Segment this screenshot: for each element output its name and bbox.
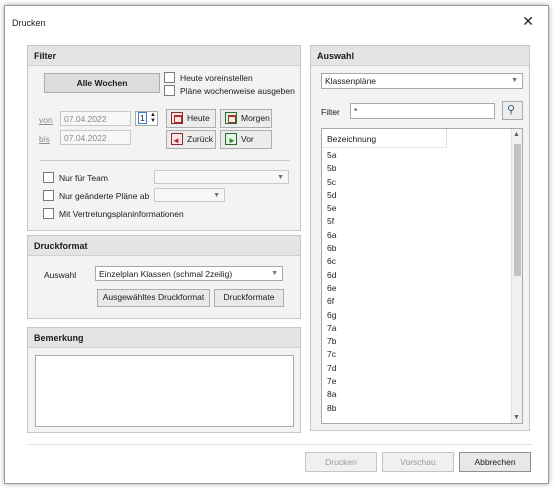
today-button-label: Heute: [187, 113, 210, 123]
dropdown-arrow-icon: ▼: [213, 192, 220, 199]
plan-type-value: Klassenpläne: [325, 76, 377, 86]
dropdown-arrow-icon: ▼: [277, 174, 284, 181]
auswahl-panel-header: Auswahl: [311, 46, 529, 66]
spinner-arrows-icon[interactable]: ▲ ▼: [150, 112, 156, 124]
preview-button[interactable]: Vorschau: [382, 452, 454, 472]
list-item[interactable]: 6c: [327, 255, 336, 268]
filter-panel-header: Filter: [28, 46, 300, 66]
list-item[interactable]: 5d: [327, 189, 336, 202]
list-item[interactable]: 7a: [327, 322, 336, 335]
from-date-field[interactable]: 07.04.2022: [60, 111, 131, 126]
forward-button[interactable]: Vor: [220, 130, 272, 149]
dropdown-arrow-icon: ▼: [511, 77, 518, 84]
list-item[interactable]: 5c: [327, 176, 336, 189]
substitution-label: Mit Vertretungsplaninformationen: [59, 209, 184, 219]
cancel-button[interactable]: Abbrechen: [459, 452, 531, 472]
class-list[interactable]: Bezeichnung 5a 5b 5c 5d 5e 5f 6a 6b 6c 6d 6e 6f 6g 7a…: [321, 128, 523, 424]
scroll-thumb[interactable]: [514, 144, 521, 276]
to-label: bis: [39, 134, 50, 144]
close-icon[interactable]: ✕: [522, 14, 534, 28]
bemerkung-panel: Bemerkung: [27, 327, 301, 433]
plan-type-dropdown[interactable]: Klassenpläne ▼: [321, 73, 523, 89]
from-label: von: [39, 115, 53, 125]
list-item[interactable]: 5a: [327, 149, 336, 162]
preset-today-checkbox[interactable]: [164, 72, 175, 83]
bemerkung-panel-header: Bemerkung: [28, 328, 300, 348]
list-item[interactable]: 8b: [327, 402, 336, 415]
list-item[interactable]: 6d: [327, 269, 336, 282]
list-item[interactable]: 6f: [327, 295, 336, 308]
forward-button-label: Vor: [241, 134, 254, 144]
format-selection-dropdown[interactable]: Einzelplan Klassen (schmal 2zeilig) ▼: [95, 266, 283, 281]
tomorrow-button-label: Morgen: [241, 113, 270, 123]
tomorrow-button[interactable]: Morgen: [220, 109, 272, 128]
list-item[interactable]: 6e: [327, 282, 336, 295]
substitution-checkbox[interactable]: [43, 208, 54, 219]
list-item[interactable]: 7d: [327, 362, 336, 375]
arrow-left-icon: [171, 132, 183, 149]
remark-textarea[interactable]: [35, 355, 294, 427]
to-date-field[interactable]: 07.04.2022: [60, 130, 131, 145]
filter-input[interactable]: *: [350, 103, 495, 119]
list-item[interactable]: 7b: [327, 335, 336, 348]
dropdown-arrow-icon: ▼: [271, 270, 278, 277]
list-item[interactable]: 5b: [327, 162, 336, 175]
weekly-output-checkbox[interactable]: [164, 85, 175, 96]
dialog-title: Drucken: [12, 18, 46, 28]
format-selection-label: Auswahl: [44, 270, 77, 280]
formats-button[interactable]: Druckformate: [214, 289, 284, 307]
weekly-output-label: Pläne wochenweise ausgeben: [180, 86, 295, 96]
print-button[interactable]: Drucken: [305, 452, 377, 472]
list-item[interactable]: 6b: [327, 242, 336, 255]
list-item[interactable]: 5f: [327, 215, 336, 228]
list-item[interactable]: 5e: [327, 202, 336, 215]
team-dropdown[interactable]: ▼: [154, 170, 289, 184]
team-only-label: Nur für Team: [59, 173, 108, 183]
calendar-icon: [225, 112, 237, 124]
preset-today-label: Heute voreinstellen: [180, 73, 253, 83]
druckformat-panel: Druckformat Auswahl Einzelplan Klassen (…: [27, 235, 301, 319]
list-rows: 5a 5b 5c 5d 5e 5f 6a 6b 6c 6d 6e 6f 6g 7a 7b 7c 7d 7e 8a 8b: [327, 149, 336, 415]
changed-only-checkbox[interactable]: [43, 190, 54, 201]
list-column-header[interactable]: Bezeichnung: [322, 129, 447, 148]
list-item[interactable]: 7e: [327, 375, 336, 388]
list-item[interactable]: 7c: [327, 348, 336, 361]
filter-icon-glyph: ⚲: [507, 104, 516, 116]
today-button[interactable]: Heute: [166, 109, 216, 128]
filter-label: Filter: [321, 107, 340, 117]
footer-divider: [27, 444, 532, 445]
format-selection-value: Einzelplan Klassen (schmal 2zeilig): [99, 269, 233, 279]
arrow-right-icon: [225, 132, 237, 149]
print-dialog: Drucken ✕ Filter Alle Wochen Heute vorei…: [4, 5, 549, 484]
changed-only-label: Nur geänderte Pläne ab: [59, 191, 150, 201]
scroll-up-icon[interactable]: ▲: [513, 131, 520, 138]
auswahl-panel: Auswahl Klassenpläne ▼ Filter * ⚲ Bezeic…: [310, 45, 530, 431]
list-item[interactable]: 8a: [327, 388, 336, 401]
back-button[interactable]: Zurück: [166, 130, 216, 149]
spinner-value: 1: [138, 112, 147, 124]
week-spinner[interactable]: 1 ▲ ▼: [135, 111, 158, 126]
filter-icon[interactable]: ⚲: [502, 101, 523, 120]
filter-panel: Filter Alle Wochen Heute voreinstellen P…: [27, 45, 301, 231]
filter-divider: [40, 160, 290, 161]
back-button-label: Zurück: [187, 134, 213, 144]
selected-format-button[interactable]: Ausgewähltes Druckformat: [97, 289, 210, 307]
team-only-checkbox[interactable]: [43, 172, 54, 183]
calendar-icon: [171, 112, 183, 124]
changed-since-dropdown[interactable]: ▼: [154, 188, 225, 202]
scroll-down-icon[interactable]: ▼: [513, 414, 520, 421]
list-item[interactable]: 6g: [327, 309, 336, 322]
druckformat-panel-header: Druckformat: [28, 236, 300, 256]
title-bar: Drucken ✕: [5, 6, 548, 40]
all-weeks-button[interactable]: Alle Wochen: [44, 73, 160, 93]
list-scrollbar[interactable]: ▲ ▼: [511, 129, 522, 423]
list-item[interactable]: 6a: [327, 229, 336, 242]
